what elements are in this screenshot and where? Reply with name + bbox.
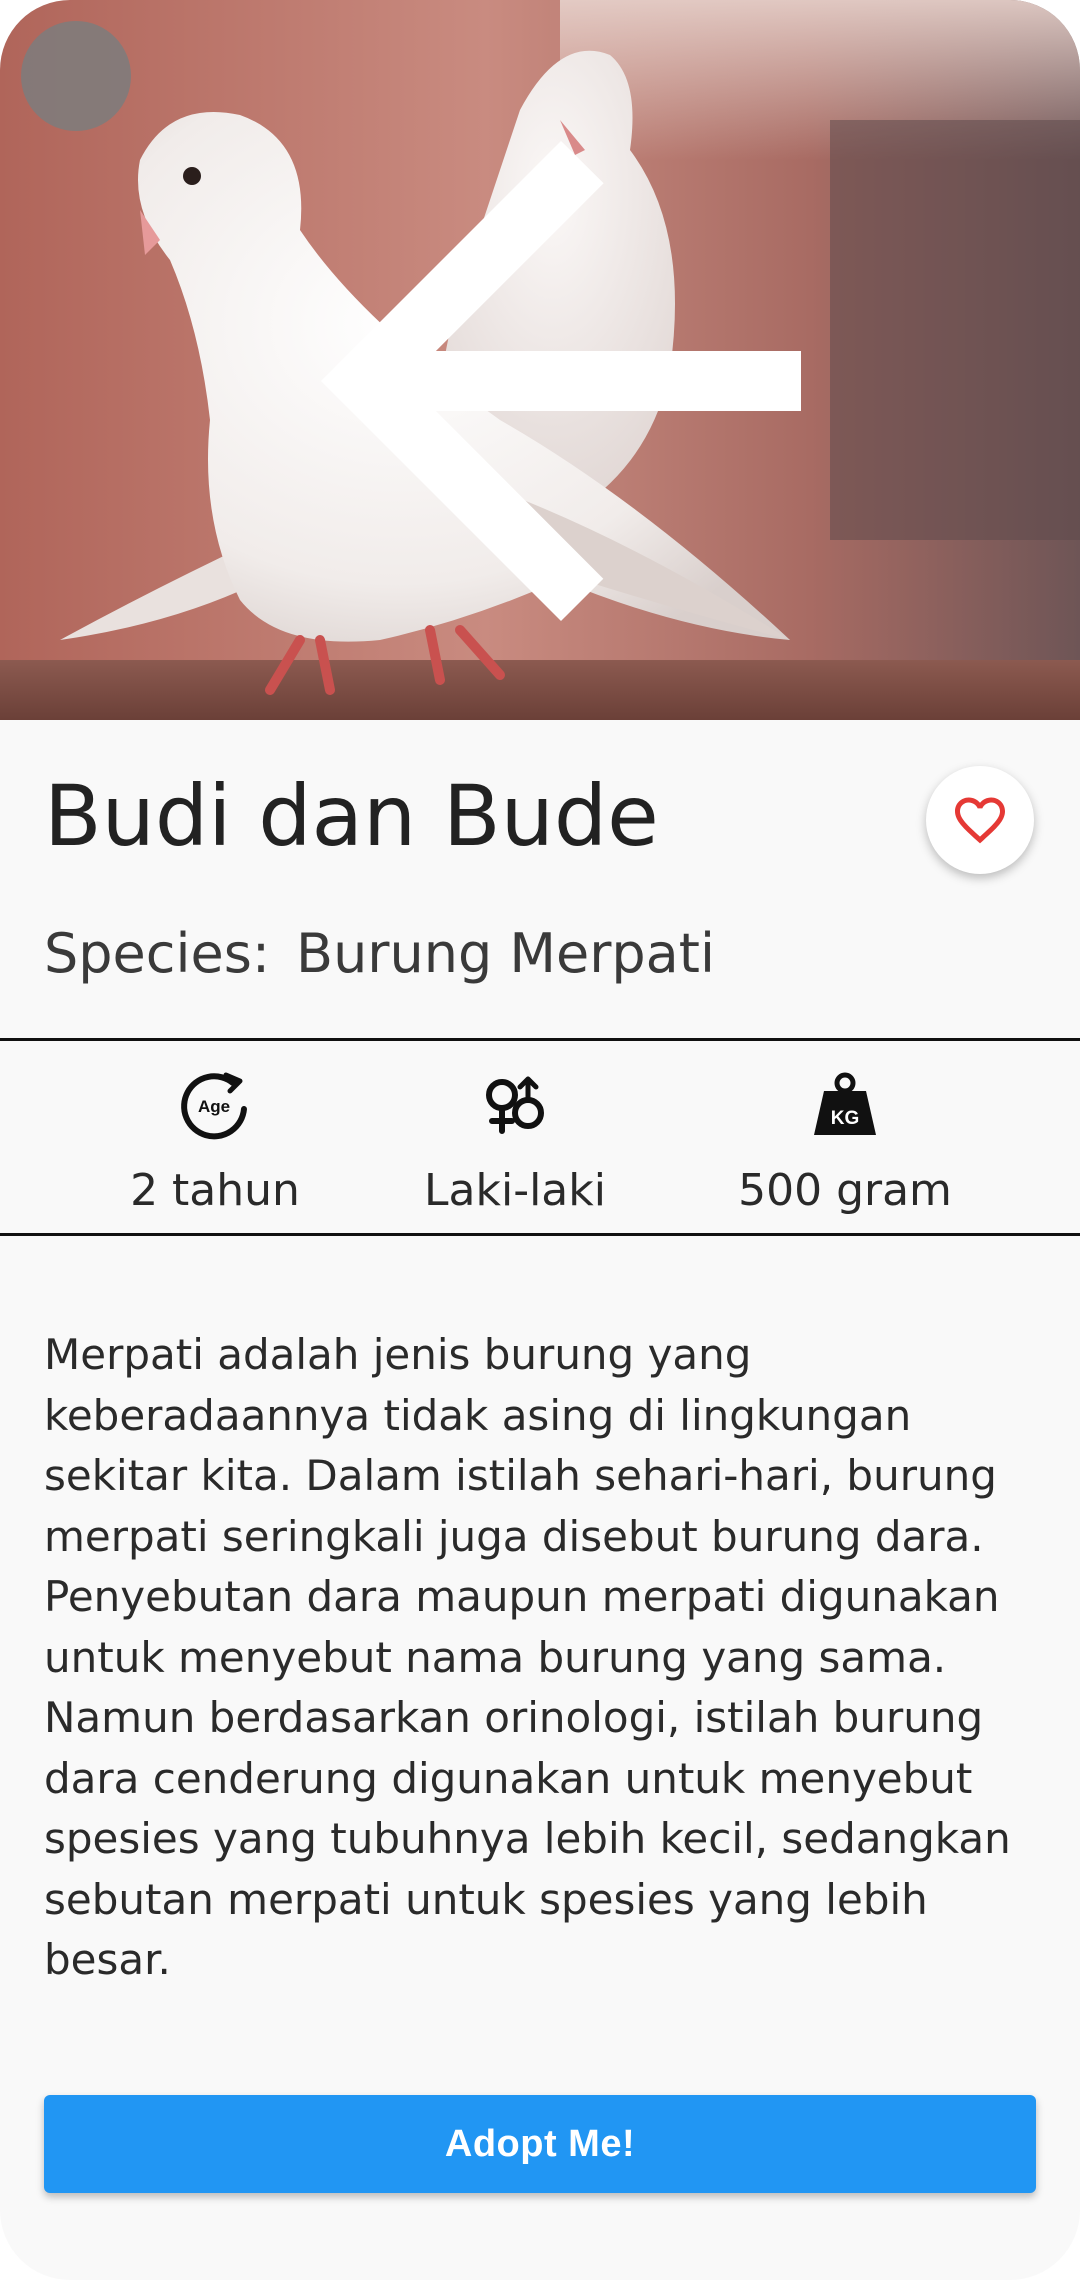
pet-detail-screen: Budi dan Bude Species: Burung Merpati Age… bbox=[0, 0, 1080, 2280]
attribute-gender: Laki-laki bbox=[365, 1045, 665, 1233]
back-button[interactable] bbox=[21, 21, 801, 621]
svg-text:KG: KG bbox=[831, 1108, 860, 1129]
species-label: Species: bbox=[44, 922, 271, 985]
favorite-button[interactable] bbox=[926, 766, 1034, 874]
species-value: Burung Merpati bbox=[296, 922, 715, 985]
attribute-weight: KG 500 gram bbox=[695, 1045, 995, 1233]
pet-name: Budi dan Bude bbox=[44, 767, 659, 865]
age-value: 2 tahun bbox=[130, 1165, 300, 1216]
pet-description: Merpati adalah jenis burung yang keberad… bbox=[44, 1330, 1011, 1984]
adopt-button[interactable]: Adopt Me! bbox=[44, 2095, 1036, 2193]
attributes-row: Age 2 tahun Laki-laki KG 500 gram bbox=[0, 1045, 1080, 1233]
gender-icon bbox=[478, 1069, 552, 1143]
divider-top bbox=[0, 1038, 1080, 1041]
gender-value: Laki-laki bbox=[424, 1165, 606, 1216]
pet-photo bbox=[0, 0, 1080, 720]
svg-text:Age: Age bbox=[198, 1097, 230, 1116]
weight-value: 500 gram bbox=[738, 1165, 952, 1216]
species-row: Species: Burung Merpati bbox=[44, 924, 715, 983]
age-icon: Age bbox=[178, 1069, 252, 1143]
weight-icon: KG bbox=[808, 1069, 882, 1143]
attribute-age: Age 2 tahun bbox=[65, 1045, 365, 1233]
divider-bottom bbox=[0, 1233, 1080, 1236]
arrow-left-icon bbox=[321, 141, 801, 621]
heart-outline-icon bbox=[955, 797, 1005, 844]
